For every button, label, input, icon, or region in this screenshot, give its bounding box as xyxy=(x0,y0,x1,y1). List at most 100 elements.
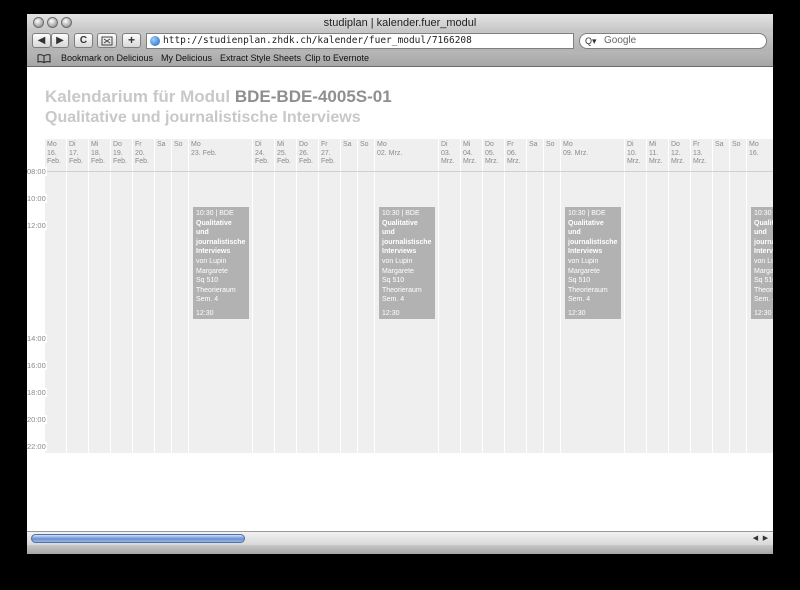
back-button[interactable]: ◀ xyxy=(32,33,51,48)
day-column: Do 19. Feb. xyxy=(111,139,132,453)
day-name: Mo xyxy=(191,141,201,148)
scroll-right-arrow[interactable]: ▶ xyxy=(761,533,770,544)
search-input[interactable]: Q▾ Google xyxy=(579,33,767,49)
day-month: Mrz. xyxy=(671,158,685,165)
day-header: Di 17. Feb. xyxy=(69,141,83,167)
day-column: Di 10. Mrz. xyxy=(625,139,646,453)
day-date: 09. Mrz. xyxy=(563,149,589,157)
day-column: Do 12. Mrz. xyxy=(669,139,690,453)
day-column: Do 26. Feb. xyxy=(297,139,318,453)
time-label: 14:00 xyxy=(27,334,47,343)
time-label: 20:00 xyxy=(27,415,47,424)
calendar-event[interactable]: 10:30 | BDE Qualitative und journalistisc… xyxy=(379,207,435,319)
event-lecturer: von Lupin Margarete xyxy=(754,257,773,275)
event-start: 10:30 | BDE xyxy=(382,210,420,217)
bookmark-delicious[interactable]: Bookmark on Delicious xyxy=(61,53,153,63)
day-date: 24. xyxy=(255,149,265,157)
day-column: Mo 16. Feb. xyxy=(45,139,66,453)
day-header: Mo 23. Feb. xyxy=(191,141,217,158)
day-name: Di xyxy=(441,141,448,148)
day-column: Sa xyxy=(713,139,729,453)
bookmark-extract-style-sheets[interactable]: Extract Style Sheets xyxy=(220,53,301,63)
event-room: Sq 510 Theorieraum xyxy=(754,277,773,294)
search-icon: Q▾ xyxy=(585,36,597,46)
globe-icon xyxy=(150,36,160,46)
day-header: Fr 13. Mrz. xyxy=(693,141,707,167)
day-month: Feb. xyxy=(135,158,150,165)
event-lecturer: von Lupin Margarete xyxy=(196,257,228,275)
day-header: Fr 27. Feb. xyxy=(321,141,335,167)
day-date: 16. xyxy=(47,149,57,157)
day-header: Fr 20. Feb. xyxy=(135,141,149,167)
day-month: Mrz. xyxy=(507,158,521,165)
address-bar[interactable]: http://studienplan.zhdk.ch/kalender/fuer… xyxy=(146,33,574,49)
event-lecturer: von Lupin Margarete xyxy=(382,257,414,275)
bookmark-my-delicious[interactable]: My Delicious xyxy=(161,53,212,63)
day-name: Do xyxy=(671,141,680,148)
event-title: Qualitative und journalistische Intervie… xyxy=(382,219,432,256)
day-header: Mo 16. xyxy=(749,141,759,158)
reload-button[interactable]: C xyxy=(74,33,93,48)
day-month: Mrz. xyxy=(485,158,499,165)
day-name: Fr xyxy=(507,141,514,148)
bookmarks-bar: Bookmark on Delicious My Delicious Extra… xyxy=(27,51,773,67)
day-date: 04. xyxy=(463,149,473,157)
day-name: Di xyxy=(69,141,76,148)
search-placeholder: Google xyxy=(604,35,637,46)
calendar-event[interactable]: 10:30 | BDE Qualitative und journalistisc… xyxy=(751,207,773,319)
title-bar: studiplan | kalender.fuer_modul xyxy=(27,14,773,32)
day-date: 10. xyxy=(627,149,637,157)
day-month: Mrz. xyxy=(693,158,707,165)
event-semester: Sem. 4 xyxy=(568,296,591,304)
day-name: Sa xyxy=(529,141,538,148)
day-month: Feb. xyxy=(47,158,62,165)
day-column: So xyxy=(358,139,374,453)
day-name: Do xyxy=(299,141,308,148)
day-header: Mi 11. Mrz. xyxy=(649,141,663,167)
day-header: Mi 18. Feb. xyxy=(91,141,105,167)
day-header: Mo 02. Mrz. xyxy=(377,141,402,158)
day-header: Sa xyxy=(715,141,724,150)
day-header: Di 24. Feb. xyxy=(255,141,269,167)
day-name: Fr xyxy=(321,141,328,148)
time-label: 10:00 xyxy=(27,194,47,203)
day-column: So xyxy=(730,139,746,453)
day-column: Sa xyxy=(341,139,357,453)
event-room: Sq 510 Theorieraum xyxy=(568,277,608,294)
scroll-left-arrow[interactable]: ◀ xyxy=(751,533,760,544)
snapback-button[interactable] xyxy=(97,33,117,48)
day-name: Di xyxy=(627,141,634,148)
calendar-event[interactable]: 10:30 | BDE Qualitative und journalistisc… xyxy=(193,207,249,319)
event-end: 12:30 xyxy=(568,309,586,317)
day-name: Fr xyxy=(135,141,142,148)
day-header: Mi 25. Feb. xyxy=(277,141,291,167)
scroll-thumb[interactable] xyxy=(31,534,245,543)
add-bookmark-button[interactable]: + xyxy=(122,33,141,48)
time-label: 12:00 xyxy=(27,221,47,230)
day-column: Fr 27. Feb. xyxy=(319,139,340,453)
day-header: So xyxy=(174,141,183,150)
day-name: Di xyxy=(255,141,262,148)
bookmark-clip-to-evernote[interactable]: Clip to Evernote xyxy=(305,53,369,63)
time-label: 08:00 xyxy=(27,167,47,176)
forward-button[interactable]: ▶ xyxy=(51,33,69,48)
day-name: Mi xyxy=(463,141,471,148)
day-month: Feb. xyxy=(91,158,106,165)
open-book-icon[interactable] xyxy=(37,54,51,63)
horizontal-scrollbar[interactable]: ◀ ▶ xyxy=(27,531,773,545)
day-name: Mi xyxy=(649,141,657,148)
day-header: Do 12. Mrz. xyxy=(671,141,685,167)
day-name: So xyxy=(174,141,183,148)
day-column: Mi 18. Feb. xyxy=(89,139,110,453)
day-name: Do xyxy=(485,141,494,148)
day-date: 02. Mrz. xyxy=(377,149,403,157)
snapback-icon xyxy=(101,36,113,46)
day-name: Mo xyxy=(749,141,759,148)
day-date: 17. xyxy=(69,149,79,157)
day-column: Di 17. Feb. xyxy=(67,139,88,453)
event-end: 12:30 xyxy=(196,309,214,317)
day-column: Mi 11. Mrz. xyxy=(647,139,668,453)
calendar-event[interactable]: 10:30 | BDE Qualitative und journalistisc… xyxy=(565,207,621,319)
day-month: Feb. xyxy=(255,158,270,165)
day-date: 26. xyxy=(299,149,309,157)
